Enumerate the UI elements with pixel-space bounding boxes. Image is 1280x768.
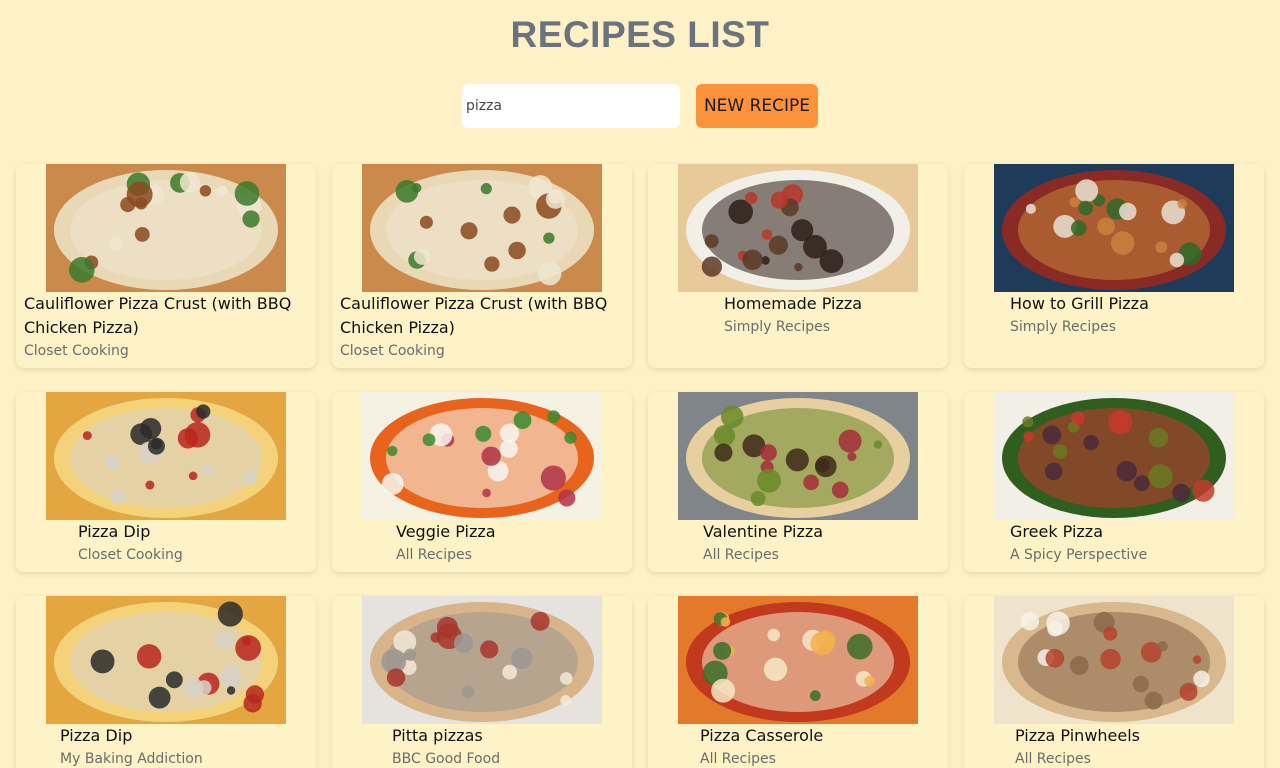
recipe-card[interactable]: Greek Pizza A Spicy Perspective (964, 392, 1264, 572)
recipe-source: Simply Recipes (724, 319, 831, 335)
pizza-pinwheels-icon[interactable] (994, 596, 1234, 724)
recipe-name[interactable]: Pizza Dip (60, 724, 308, 748)
toolbar: NEW RECIPE (0, 84, 1280, 128)
recipe-name[interactable]: Cauliflower Pizza Crust (with BBQ Chicke… (24, 292, 308, 340)
recipe-name[interactable]: Homemade Pizza (724, 292, 940, 316)
recipe-source: All Recipes (703, 547, 779, 563)
pizza-casserole-icon[interactable] (678, 596, 918, 724)
recipe-info: Homemade Pizza Simply Recipes (648, 292, 948, 338)
recipe-info: Pizza Dip Closet Cooking (16, 520, 316, 566)
recipe-info: Pizza Dip My Baking Addiction (16, 724, 316, 768)
recipe-source: My Baking Addiction (60, 751, 203, 767)
recipe-info: How to Grill Pizza Simply Recipes (964, 292, 1264, 338)
recipe-info: Pizza Pinwheels All Recipes (964, 724, 1264, 768)
recipe-source: Closet Cooking (24, 343, 129, 359)
recipe-name[interactable]: Valentine Pizza (703, 520, 940, 544)
recipe-card[interactable]: Pizza Dip My Baking Addiction (16, 596, 316, 768)
valentine-pizza-icon[interactable] (678, 392, 918, 520)
pizza-homemade-icon[interactable] (678, 164, 918, 292)
recipe-card[interactable]: Pitta pizzas BBC Good Food (332, 596, 632, 768)
recipe-info: Veggie Pizza All Recipes (332, 520, 632, 566)
recipe-card[interactable]: Pizza Pinwheels All Recipes (964, 596, 1264, 768)
recipe-source: BBC Good Food (392, 751, 501, 767)
recipe-info: Cauliflower Pizza Crust (with BBQ Chicke… (332, 292, 632, 362)
recipe-source: Closet Cooking (78, 547, 183, 563)
recipe-source: All Recipes (1015, 751, 1091, 767)
recipe-source: Simply Recipes (1010, 319, 1117, 335)
pitta-pizza-icon[interactable] (362, 596, 602, 724)
pizza-dip-icon[interactable] (46, 596, 286, 724)
veggie-pizza-icon[interactable] (362, 392, 602, 520)
recipe-name[interactable]: Veggie Pizza (396, 520, 624, 544)
recipe-card[interactable]: Homemade Pizza Simply Recipes (648, 164, 948, 368)
recipe-card[interactable]: Veggie Pizza All Recipes (332, 392, 632, 572)
recipe-source: All Recipes (396, 547, 472, 563)
recipe-info: Cauliflower Pizza Crust (with BBQ Chicke… (16, 292, 316, 362)
recipe-card[interactable]: Cauliflower Pizza Crust (with BBQ Chicke… (16, 164, 316, 368)
recipe-info: Pitta pizzas BBC Good Food (332, 724, 632, 768)
page-title: RECIPES LIST (510, 14, 770, 55)
recipe-name[interactable]: Cauliflower Pizza Crust (with BBQ Chicke… (340, 292, 624, 340)
recipe-card[interactable]: Pizza Casserole All Recipes (648, 596, 948, 768)
recipe-source: A Spicy Perspective (1010, 547, 1148, 563)
recipe-info: Valentine Pizza All Recipes (648, 520, 948, 566)
recipe-source: Closet Cooking (340, 343, 445, 359)
pizza-dip-icon[interactable] (46, 392, 286, 520)
recipe-card[interactable]: Cauliflower Pizza Crust (with BBQ Chicke… (332, 164, 632, 368)
greek-pizza-icon[interactable] (994, 392, 1234, 520)
page: RECIPES LIST NEW RECIPE Cauliflower Pizz… (0, 0, 1280, 768)
recipe-card[interactable]: Pizza Dip Closet Cooking (16, 392, 316, 572)
recipe-name[interactable]: Pitta pizzas (392, 724, 624, 748)
pizza-grilled-icon[interactable] (994, 164, 1234, 292)
pizza-bbq-chicken-icon[interactable] (362, 164, 602, 292)
recipe-card[interactable]: How to Grill Pizza Simply Recipes (964, 164, 1264, 368)
recipe-name[interactable]: Pizza Pinwheels (1015, 724, 1256, 748)
recipe-name[interactable]: Greek Pizza (1010, 520, 1256, 544)
new-recipe-button[interactable]: NEW RECIPE (695, 84, 819, 128)
search-input[interactable] (461, 84, 680, 128)
recipe-name[interactable]: Pizza Dip (78, 520, 308, 544)
recipe-info: Greek Pizza A Spicy Perspective (964, 520, 1264, 566)
pizza-bbq-chicken-icon[interactable] (46, 164, 286, 292)
recipe-name[interactable]: Pizza Casserole (700, 724, 940, 748)
recipe-info: Pizza Casserole All Recipes (648, 724, 948, 768)
recipe-card[interactable]: Valentine Pizza All Recipes (648, 392, 948, 572)
recipe-source: All Recipes (700, 751, 776, 767)
recipe-name[interactable]: How to Grill Pizza (1010, 292, 1256, 316)
